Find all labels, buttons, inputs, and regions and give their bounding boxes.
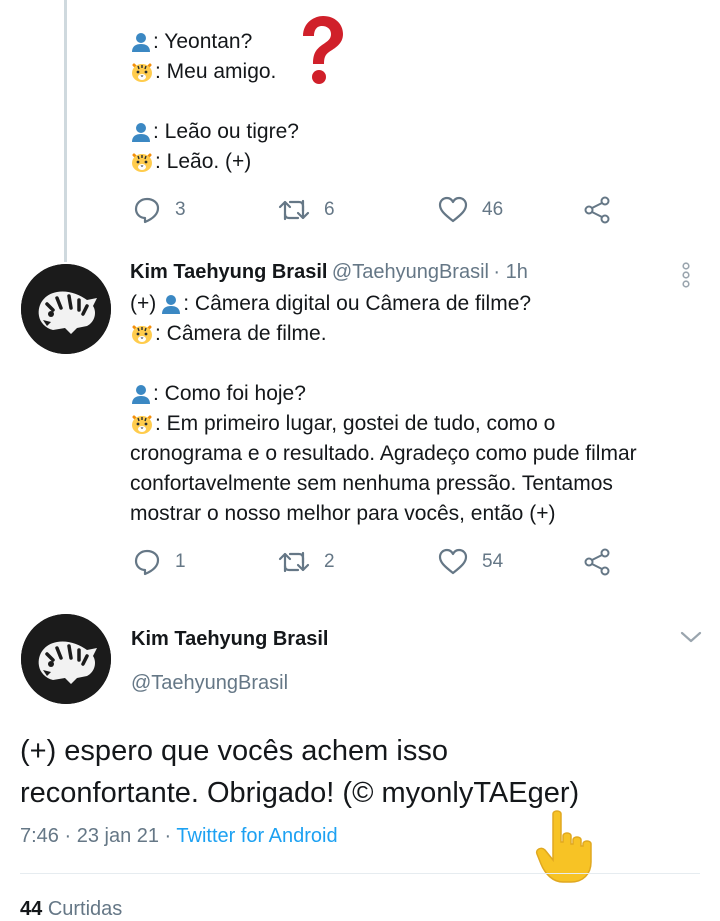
retweet-button[interactable]: 6 (278, 197, 438, 223)
tweet-source-link[interactable]: Twitter for Android (176, 825, 337, 847)
tiger-face-icon (130, 413, 154, 435)
user-handle[interactable]: @TaehyungBrasil (332, 261, 489, 283)
reply-icon (133, 196, 161, 224)
tweet-text-line: : Em primeiro lugar, gostei de tudo, com… (130, 409, 637, 439)
line-text: cronograma e o resultado. Agradeço como … (130, 442, 637, 465)
tweet1-body: : Yeontan? : Meu amigo. : Leão ou tigre? : … (130, 27, 299, 177)
bust-in-silhouette-icon (130, 121, 152, 143)
thread-connector-line (64, 0, 67, 262)
divider (20, 873, 700, 874)
tiger-face-icon (130, 61, 154, 83)
more-options-button[interactable] (680, 262, 692, 293)
likes-label: Curtidas (47, 898, 123, 920)
share-button[interactable] (583, 196, 611, 224)
tiger-logo-icon (21, 614, 111, 704)
like-count: 54 (482, 551, 504, 572)
tweet-meta: 7:46 · 23 jan 21 · Twitter for Android (20, 825, 338, 848)
line-text: : Como foi hoje? (153, 382, 306, 405)
tweet-text-line: : Leão. (+) (130, 147, 299, 177)
tiger-face-icon (130, 323, 154, 345)
reply-icon (133, 548, 161, 576)
tweet2-actions: 1 2 54 (133, 544, 613, 580)
likes-summary[interactable]: 44 Curtidas (20, 898, 122, 921)
tiger-face-icon (130, 151, 154, 173)
bust-in-silhouette-icon (130, 31, 152, 53)
avatar[interactable] (21, 264, 111, 354)
tweet-text-line: : Meu amigo. (130, 57, 299, 87)
chevron-down-icon (680, 631, 702, 648)
tweet-timestamp: 7:46 · 23 jan 21 · (20, 825, 177, 847)
heart-icon (438, 196, 468, 224)
line-text: mostrar o nosso melhor para vocês, então… (130, 502, 556, 525)
bust-in-silhouette-icon (130, 383, 152, 405)
reply-count: 1 (175, 551, 186, 572)
question-mark-sticker (291, 14, 347, 86)
like-button[interactable]: 46 (438, 196, 583, 224)
retweet-icon (278, 549, 310, 575)
reply-button[interactable]: 3 (133, 196, 278, 224)
line-text: confortavelmente sem nenhuma pressão. Te… (130, 472, 613, 495)
tweet2-header: Kim Taehyung Brasil @TaehyungBrasil · 1h (130, 261, 528, 284)
display-name[interactable]: Kim Taehyung Brasil (130, 261, 327, 283)
tweet-time[interactable]: · 1h (493, 261, 527, 283)
tweet2-body: (+) : Câmera digital ou Câmera de filme?:… (130, 289, 637, 529)
likes-count: 44 (20, 898, 43, 920)
tweet-text-line: reconfortante. Obrigado! (© myonlyTAEger… (20, 777, 580, 809)
bust-in-silhouette-icon (160, 293, 182, 315)
share-icon (583, 548, 611, 576)
reply-count: 3 (175, 199, 186, 220)
line-text: : Câmera de filme. (155, 322, 327, 345)
line-text: : Meu amigo. (155, 60, 277, 83)
tweet-text-line: : Leão ou tigre? (130, 117, 299, 147)
retweet-button[interactable]: 2 (278, 549, 438, 575)
share-button[interactable] (583, 548, 611, 576)
tweet3-text: (+) espero que vocês achem isso reconfor… (20, 730, 579, 814)
tweet-text-line: : Yeontan? (130, 27, 299, 57)
line-text: : Leão. (+) (155, 150, 252, 173)
chevron-down-button[interactable] (680, 630, 702, 649)
more-vertical-icon (680, 262, 692, 292)
tweet-text-line (130, 349, 637, 379)
retweet-count: 6 (324, 199, 335, 220)
tweet1-actions: 3 6 46 (133, 192, 613, 228)
line-text: : Em primeiro lugar, gostei de tudo, com… (155, 412, 556, 435)
user-handle[interactable]: @TaehyungBrasil (131, 672, 288, 695)
line-text: : Leão ou tigre? (153, 120, 299, 143)
line-text: : Câmera digital ou Câmera de filme? (183, 292, 532, 315)
reply-button[interactable]: 1 (133, 548, 278, 576)
tweet-text-line: mostrar o nosso melhor para vocês, então… (130, 499, 637, 529)
line-prefix: (+) (130, 292, 157, 315)
line-text: : Yeontan? (153, 30, 253, 53)
tweet-text-line: (+) : Câmera digital ou Câmera de filme? (130, 289, 637, 319)
like-count: 46 (482, 199, 504, 220)
tweet-text-line: confortavelmente sem nenhuma pressão. Te… (130, 469, 637, 499)
tweet-text-line: : Como foi hoje? (130, 379, 637, 409)
tiger-logo-icon (21, 264, 111, 354)
tweet-text-line: (+) espero que vocês achem isso (20, 735, 448, 767)
avatar[interactable] (21, 614, 111, 704)
retweet-count: 2 (324, 551, 335, 572)
tweet-text-line: cronograma e o resultado. Agradeço como … (130, 439, 637, 469)
retweet-icon (278, 197, 310, 223)
like-button[interactable]: 54 (438, 548, 583, 576)
heart-icon (438, 548, 468, 576)
display-name[interactable]: Kim Taehyung Brasil (131, 628, 328, 651)
share-icon (583, 196, 611, 224)
tweet-text-line: : Câmera de filme. (130, 319, 637, 349)
tweet-text-line (130, 87, 299, 117)
